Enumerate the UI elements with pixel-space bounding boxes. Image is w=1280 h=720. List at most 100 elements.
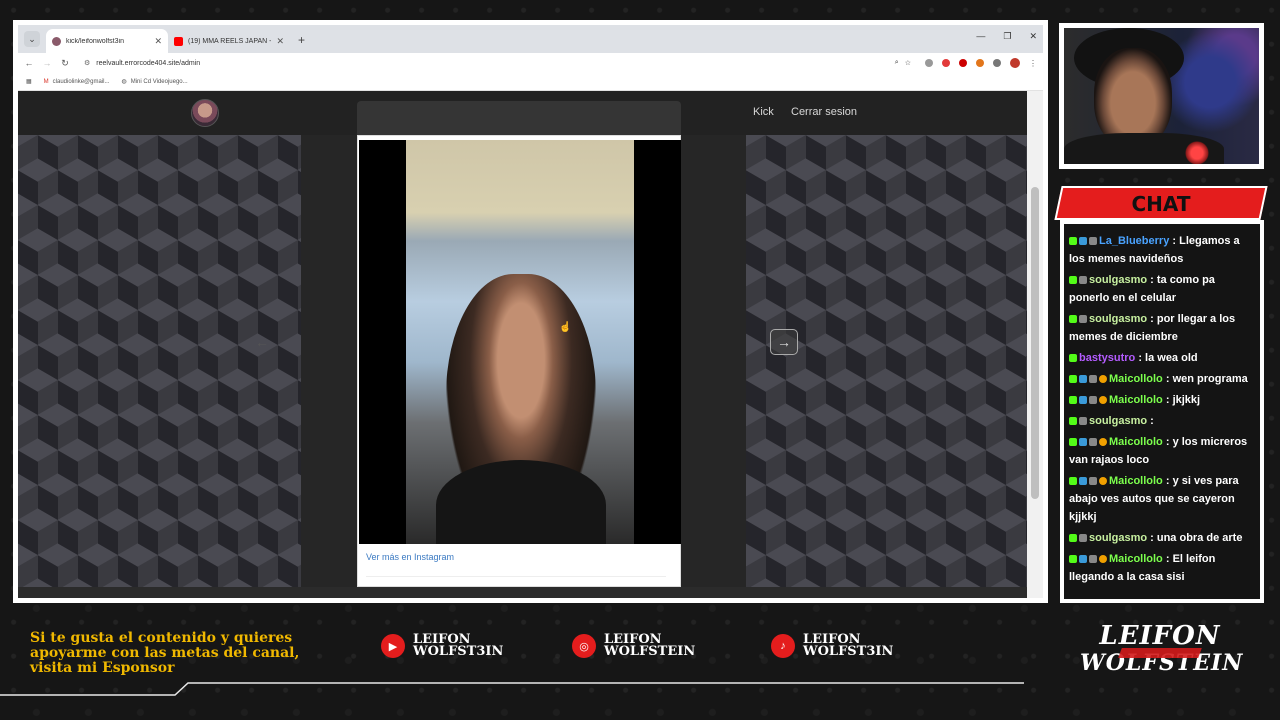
chat-message: Maicollolo : y si ves para abajo ves aut…	[1069, 472, 1256, 526]
tab-youtube[interactable]: (19) MMA REELS JAPAN - YouTube ✕	[168, 29, 290, 53]
tab-close-icon[interactable]: ✕	[154, 36, 162, 47]
badge-icon	[1069, 315, 1077, 324]
instagram-link[interactable]: Ver más en Instagram	[366, 552, 454, 562]
social-name-line2: WOLFST3IN	[413, 644, 504, 659]
social-tiktok: ♪ LEIFON WOLFST3IN	[771, 633, 894, 659]
chat-username[interactable]: Maicollolo	[1109, 436, 1163, 448]
reload-icon[interactable]: ↻	[60, 58, 70, 69]
zoom-icon[interactable]: ⌕	[895, 59, 899, 67]
extension-icon[interactable]	[976, 59, 984, 67]
rgb-light	[1182, 140, 1212, 164]
chat-badges	[1069, 276, 1087, 285]
page-scrollbar[interactable]	[1027, 91, 1043, 598]
badge-icon	[1079, 237, 1087, 246]
badge-icon	[1089, 477, 1097, 486]
badge-icon	[1089, 396, 1097, 405]
badge-icon	[1079, 276, 1087, 285]
tab-close-icon[interactable]: ✕	[276, 36, 284, 47]
chat-header: CHAT	[1052, 186, 1270, 220]
bookmark-minicd[interactable]: ◍ Mini Cd Videojuego...	[121, 78, 187, 86]
badge-icon	[1099, 555, 1107, 564]
new-tab-button[interactable]: +	[298, 33, 305, 47]
scrollbar-thumb[interactable]	[1031, 187, 1039, 499]
badge-icon	[1099, 396, 1107, 405]
brand-line1: LEIFON	[1099, 621, 1221, 651]
instagram-icon: ◎	[572, 634, 596, 658]
chat-username[interactable]: La_Blueberry	[1099, 235, 1169, 247]
chat-text: : wen programa	[1165, 373, 1248, 385]
chat-username[interactable]: Maicollolo	[1109, 394, 1163, 406]
badge-icon	[1079, 375, 1087, 384]
mouse-cursor-icon: ☝	[559, 322, 572, 333]
site-logo[interactable]	[191, 99, 219, 127]
profile-avatar[interactable]	[1010, 58, 1020, 68]
chat-panel: La_Blueberry : Llegamos a los memes navi…	[1060, 220, 1264, 603]
web-page: Kick Cerrar sesion ← → ☝ Ver más en Inst…	[18, 91, 1027, 598]
nav-logout-link[interactable]: Cerrar sesion	[791, 106, 857, 118]
webcam-feed	[1059, 23, 1264, 169]
sponsor-promo-text: Si te gusta el contenido y quieres apoya…	[30, 630, 300, 676]
bookmark-star-icon[interactable]: ☆	[905, 59, 911, 67]
chat-message: soulgasmo :	[1069, 412, 1256, 430]
social-name: LEIFON WOLFST3IN	[803, 633, 894, 659]
chat-badges	[1069, 555, 1107, 564]
previous-arrow-button[interactable]: ←	[248, 329, 276, 355]
chat-username[interactable]: soulgasmo	[1089, 274, 1147, 286]
window-controls: — ❐ ✕	[976, 31, 1037, 42]
restore-icon[interactable]: ❐	[1003, 31, 1011, 42]
chat-username[interactable]: Maicollolo	[1109, 373, 1163, 385]
chat-username[interactable]: Maicollolo	[1109, 475, 1163, 487]
extension-icon[interactable]	[942, 59, 950, 67]
chat-username[interactable]: soulgasmo	[1089, 313, 1147, 325]
chat-badges	[1069, 375, 1107, 384]
gmail-icon: M	[43, 78, 49, 85]
minimize-icon[interactable]: —	[976, 31, 985, 42]
next-arrow-button[interactable]: →	[770, 329, 798, 355]
tab-favicon-icon	[52, 36, 61, 46]
badge-icon	[1089, 375, 1097, 384]
close-window-icon[interactable]: ✕	[1029, 31, 1037, 42]
modal-backdrop	[301, 135, 357, 587]
site-info-icon[interactable]: ⚙	[84, 59, 90, 67]
social-name-line2: WOLFST3IN	[803, 644, 894, 659]
background-pattern-right	[746, 135, 1027, 587]
tiktok-icon: ♪	[771, 634, 795, 658]
badge-icon	[1089, 237, 1097, 246]
chat-username[interactable]: Maicollolo	[1109, 553, 1163, 565]
badge-icon	[1099, 375, 1107, 384]
extension-icon[interactable]	[959, 59, 967, 67]
person-jacket	[436, 460, 606, 544]
chat-text: : una obra de arte	[1150, 532, 1243, 544]
address-bar[interactable]: ⚙ reelvault.errorcode404.site/admin ⌕ ☆	[78, 55, 917, 71]
tab-strip: ⌄ kick/leifonwolfst3in ✕ (19) MMA REELS …	[18, 25, 1043, 53]
badge-icon	[1079, 417, 1087, 426]
chat-username[interactable]: soulgasmo	[1089, 532, 1147, 544]
brand-logo-slash	[1118, 648, 1202, 658]
chat-username[interactable]: bastysutro	[1079, 352, 1135, 364]
browser-window: ⌄ kick/leifonwolfst3in ✕ (19) MMA REELS …	[13, 20, 1048, 603]
chat-badges	[1069, 315, 1087, 324]
webcam-image	[1064, 28, 1259, 164]
tab-kick[interactable]: kick/leifonwolfst3in ✕	[46, 29, 168, 53]
apps-grid-icon[interactable]: ▦	[26, 78, 32, 85]
social-instagram: ◎ LEIFON WOLFSTEIN	[572, 633, 695, 658]
extension-icon[interactable]	[925, 59, 933, 67]
extensions-puzzle-icon[interactable]	[993, 59, 1001, 67]
forward-icon[interactable]: →	[42, 58, 52, 68]
browser-menu-icon[interactable]: ⋮	[1029, 59, 1037, 68]
reel-video[interactable]: ☝	[359, 140, 681, 544]
badge-icon	[1079, 438, 1087, 447]
chat-message: Maicollolo : wen programa	[1069, 370, 1256, 388]
chat-badges	[1069, 396, 1107, 405]
badge-icon	[1069, 375, 1077, 384]
chat-username[interactable]: soulgasmo	[1089, 415, 1147, 427]
chat-message: soulgasmo : una obra de arte	[1069, 529, 1256, 547]
tab-search-button[interactable]: ⌄	[24, 31, 40, 47]
chat-badges	[1069, 534, 1087, 543]
back-icon[interactable]: ←	[24, 58, 34, 68]
bookmarks-bar: ▦ M claudiolinke@gmail... ◍ Mini Cd Vide…	[18, 73, 1043, 91]
nav-kick-link[interactable]: Kick	[753, 106, 774, 118]
chat-title: CHAT	[1131, 192, 1191, 216]
bookmark-gmail[interactable]: M claudiolinke@gmail...	[44, 79, 110, 85]
youtube-icon: ▶	[381, 634, 405, 658]
